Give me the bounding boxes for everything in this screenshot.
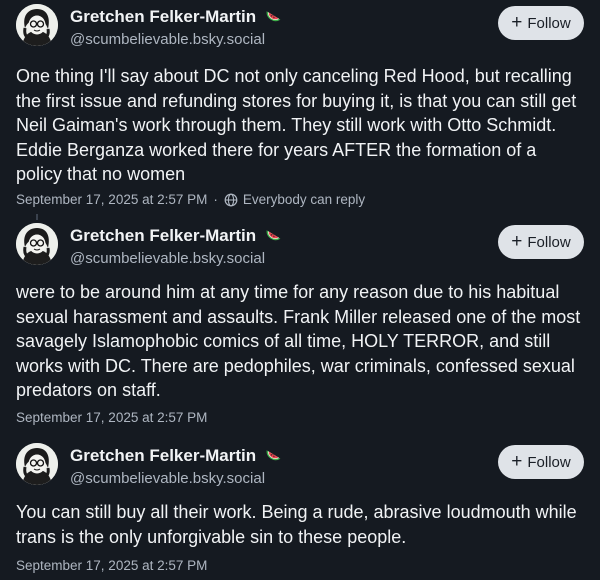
- follow-label: Follow: [527, 233, 571, 251]
- author-name[interactable]: Gretchen Felker-Martin: [70, 7, 256, 26]
- avatar[interactable]: [16, 223, 58, 265]
- meta-separator: ·: [213, 192, 218, 207]
- post-meta: September 17, 2025 at 2:57 PM · Everybod…: [16, 192, 365, 207]
- post-meta: September 17, 2025 at 2:57 PM: [16, 558, 207, 573]
- watermelon-icon: [265, 226, 282, 248]
- post-text: One thing I'll say about DC not only can…: [16, 66, 577, 184]
- plus-icon: +: [511, 450, 523, 472]
- post-text: You can still buy all their work. Being …: [16, 502, 577, 547]
- follow-label: Follow: [527, 14, 571, 32]
- post-timestamp[interactable]: September 17, 2025 at 2:57 PM: [16, 558, 207, 573]
- thread-line: [36, 214, 38, 220]
- follow-button[interactable]: + Follow: [498, 6, 584, 40]
- post-meta: September 17, 2025 at 2:57 PM: [16, 410, 207, 425]
- plus-icon: +: [511, 230, 523, 252]
- author-name-line[interactable]: Gretchen Felker-Martin: [70, 226, 282, 248]
- author-handle[interactable]: @scumbelievable.bsky.social: [70, 31, 265, 48]
- reply-setting-label: Everybody can reply: [242, 192, 366, 207]
- author-name-line[interactable]: Gretchen Felker-Martin: [70, 446, 282, 468]
- post-text: were to be around him at any time for an…: [16, 282, 581, 400]
- follow-label: Follow: [527, 453, 571, 471]
- author-handle[interactable]: @scumbelievable.bsky.social: [70, 250, 265, 267]
- author-name[interactable]: Gretchen Felker-Martin: [70, 226, 256, 245]
- watermelon-icon: [265, 7, 282, 29]
- plus-icon: +: [511, 11, 523, 33]
- avatar[interactable]: [16, 443, 58, 485]
- author-handle[interactable]: @scumbelievable.bsky.social: [70, 470, 265, 487]
- author-name-line[interactable]: Gretchen Felker-Martin: [70, 7, 282, 29]
- author-name[interactable]: Gretchen Felker-Martin: [70, 446, 256, 465]
- post-timestamp[interactable]: September 17, 2025 at 2:57 PM: [16, 410, 207, 425]
- avatar[interactable]: [16, 4, 58, 46]
- watermelon-icon: [265, 446, 282, 468]
- globe-icon: [224, 193, 238, 206]
- follow-button[interactable]: + Follow: [498, 445, 584, 479]
- reply-setting: Everybody can reply: [224, 192, 365, 207]
- post-timestamp[interactable]: September 17, 2025 at 2:57 PM: [16, 192, 207, 207]
- follow-button[interactable]: + Follow: [498, 225, 584, 259]
